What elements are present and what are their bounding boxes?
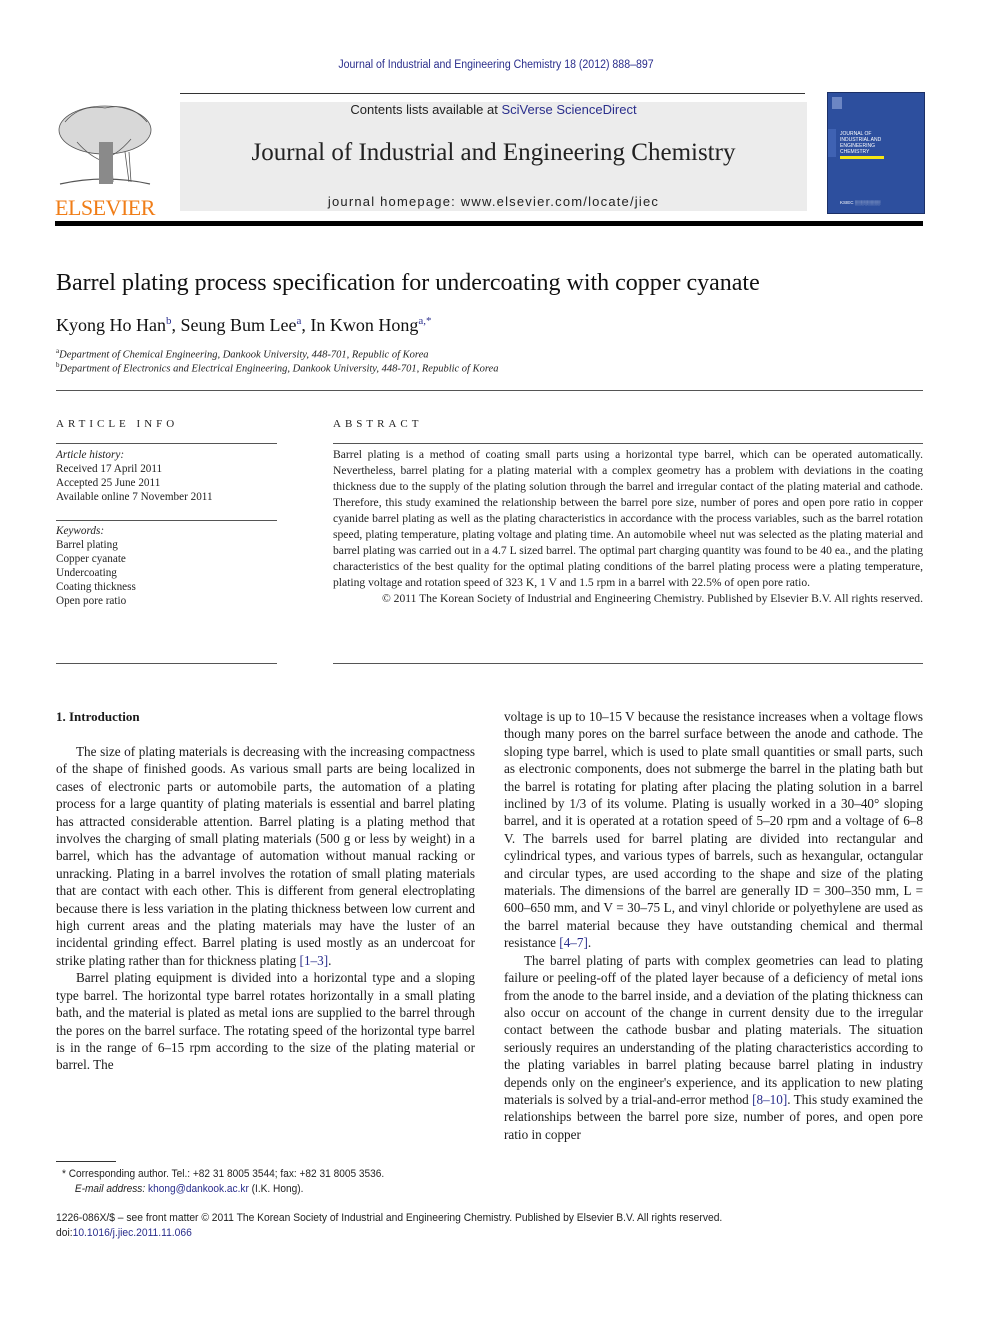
body-column-right: voltage is up to 10–15 V because the res… [504,708,923,1143]
divider [56,443,277,444]
email-label: E-mail address: [74,1183,149,1195]
paragraph-text: . [587,935,592,951]
divider [56,520,277,521]
paragraph: Barrel plating equipment is divided into… [56,970,475,1073]
journal-homepage[interactable]: journal homepage: www.elsevier.com/locat… [180,194,807,209]
article-info-heading: ARTICLE INFO [56,418,179,430]
cover-side-band [828,129,836,157]
citation-link[interactable]: [4–7] [559,935,588,950]
header-rule [180,93,805,94]
affiliation: bDepartment of Electronics and Electrica… [56,361,498,375]
author-list: Kyong Ho Hanb, Seung Bum Leea, In Kwon H… [56,315,432,335]
affiliation-text: Department of Chemical Engineering, Dank… [59,349,429,361]
paragraph-text: voltage is up to 10–15 V because the res… [504,709,923,951]
history-item: Accepted 25 June 2011 [56,477,161,489]
article-history: Article history: Received 17 April 2011 … [56,448,213,504]
author-name[interactable]: Seung Bum Lee [181,315,297,335]
paragraph-text: The size of plating materials is decreas… [56,744,475,968]
elsevier-tree-icon [58,105,152,185]
journal-cover[interactable]: JOURNAL OF INDUSTRIAL AND ENGINEERING CH… [827,92,925,214]
keyword[interactable]: Barrel plating [56,538,136,552]
divider [56,663,277,664]
cover-title-line: CHEMISTRY [840,149,870,155]
paragraph: The size of plating materials is decreas… [56,743,475,969]
citation-link[interactable]: [1–3] [300,953,329,968]
history-item: Available online 7 November 2011 [56,491,213,503]
affiliation: aDepartment of Chemical Engineering, Dan… [56,347,429,361]
journal-banner: Contents lists available at SciVerse Sci… [180,102,807,211]
abstract-heading: ABSTRACT [333,418,423,430]
front-matter-line: 1226-086X/$ – see front matter © 2011 Th… [56,1212,723,1224]
paragraph: voltage is up to 10–15 V because the res… [504,708,923,952]
cover-accent-bar [840,156,884,159]
divider [333,443,923,444]
abstract-text: Barrel plating is a method of coating sm… [333,448,923,589]
author-name[interactable]: Kyong Ho Han [56,315,166,335]
author-affiliation-mark[interactable]: a,* [418,315,431,327]
elsevier-wordmark: ELSEVIER [55,195,155,220]
running-head[interactable]: Journal of Industrial and Engineering Ch… [40,59,953,71]
abstract: Barrel plating is a method of coating sm… [333,447,923,607]
contents-prefix: Contents lists available at [350,102,502,117]
elsevier-logo[interactable]: ELSEVIER [55,102,157,219]
keyword[interactable]: Copper cyanate [56,552,136,566]
contents-line: Contents lists available at SciVerse Sci… [180,102,807,117]
footnote-rule [56,1161,116,1162]
abstract-copyright: © 2011 The Korean Society of Industrial … [381,592,923,605]
cover-emblem-icon [832,97,842,109]
doi-prefix: doi: [56,1227,73,1239]
email-suffix: (I.K. Hong). [248,1183,304,1195]
citation-link[interactable]: [8–10] [752,1092,787,1107]
author-affiliation-mark[interactable]: a [296,315,301,327]
keywords-label: Keywords: [56,525,105,537]
paragraph-text: The barrel plating of parts with complex… [504,952,923,1107]
divider [56,390,923,391]
cover-publisher-mark: KSIEC ░░░░░░░░ [840,200,881,205]
email-link[interactable]: khong@dankook.ac.kr [148,1183,249,1195]
corresponding-author-note: * Corresponding author. Tel.: +82 31 800… [62,1168,385,1180]
affiliation-text: Department of Electronics and Electrical… [59,363,499,375]
paragraph: The barrel plating of parts with complex… [504,952,923,1143]
paragraph-text: . [328,952,332,968]
masthead-rule [55,221,923,226]
front-matter: 1226-086X/$ – see front matter © 2011 Th… [56,1211,722,1241]
keyword[interactable]: Coating thickness [56,580,136,594]
keyword[interactable]: Open pore ratio [56,594,136,608]
keywords: Keywords: Barrel plating Copper cyanate … [56,524,136,608]
section-heading: 1. Introduction [56,709,140,724]
doi-line: doi:10.1016/j.jiec.2011.11.066 [56,1226,722,1241]
email-line: E-mail address: khong@dankook.ac.kr (I.K… [62,1182,384,1197]
author-affiliation-mark[interactable]: b [166,315,172,327]
keyword[interactable]: Undercoating [56,566,136,580]
divider [333,663,923,664]
doi-link[interactable]: 10.1016/j.jiec.2011.11.066 [73,1227,192,1239]
author-name[interactable]: In Kwon Hong [310,315,418,335]
journal-title: Journal of Industrial and Engineering Ch… [251,139,736,166]
article-title: Barrel plating process specification for… [56,270,760,296]
body-column-left: The size of plating materials is decreas… [56,743,475,1074]
sciencedirect-link[interactable]: SciVerse ScienceDirect [501,102,636,117]
history-label: Article history: [56,449,125,461]
history-item: Received 17 April 2011 [56,463,163,475]
cover-title: JOURNAL OF INDUSTRIAL AND ENGINEERING CH… [840,131,881,155]
footnote: * Corresponding author. Tel.: +82 31 800… [62,1167,384,1197]
